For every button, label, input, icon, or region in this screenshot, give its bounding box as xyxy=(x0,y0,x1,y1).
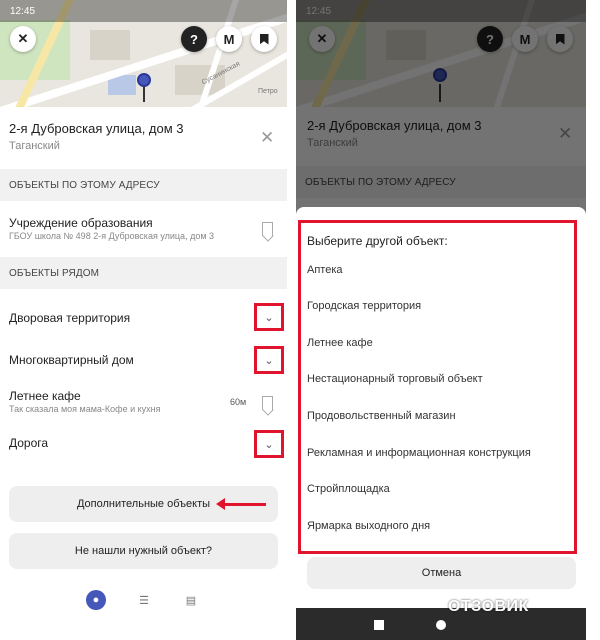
address-district: Таганский xyxy=(9,140,60,152)
map-poi-label: Петро xyxy=(258,88,278,95)
picker-option[interactable]: Летнее кафе xyxy=(307,337,373,349)
expand-chevron-down-icon[interactable]: ⌄ xyxy=(254,430,284,458)
distance-label: 60м xyxy=(230,397,247,407)
status-time: 12:45 xyxy=(10,6,36,17)
android-nav-bar xyxy=(296,608,586,640)
nearby-item-subtitle: Так сказала моя мама-Кофе и кухня xyxy=(9,404,161,414)
address-title: 2-я Дубровская улица, дом 3 xyxy=(9,121,184,136)
help-icon[interactable]: ? xyxy=(181,26,207,52)
nearby-item-title[interactable]: Многоквартирный дом xyxy=(9,353,134,367)
expand-chevron-down-icon[interactable]: ⌄ xyxy=(254,346,284,374)
cancel-label: Отмена xyxy=(421,567,462,579)
bookmark-icon[interactable] xyxy=(262,396,273,410)
document-tab-icon[interactable]: ▤ xyxy=(181,590,201,610)
watermark-logo: ОТЗОВИК xyxy=(448,598,529,615)
picker-option[interactable]: Продовольственный магазин xyxy=(307,410,456,422)
address-object-title[interactable]: Учреждение образования xyxy=(9,216,153,230)
not-found-label: Не нашли нужный объект? xyxy=(74,545,213,557)
red-arrow-annotation xyxy=(216,498,266,510)
not-found-button[interactable]: Не нашли нужный объект? xyxy=(9,533,278,569)
bookmark-icon xyxy=(259,33,269,45)
nav-home-icon[interactable] xyxy=(436,620,446,630)
cancel-button[interactable]: Отмена xyxy=(307,557,576,589)
picker-option[interactable]: Рекламная и информационная конструкция xyxy=(307,447,531,459)
expand-chevron-down-icon[interactable]: ⌄ xyxy=(254,303,284,331)
picker-option[interactable]: Стройплощадка xyxy=(307,483,390,495)
status-bar: 12:45 xyxy=(0,0,287,22)
nearby-item-title[interactable]: Дворовая территория xyxy=(9,311,130,325)
metro-icon[interactable]: M xyxy=(216,26,242,52)
nearby-item-title[interactable]: Летнее кафе xyxy=(9,389,81,403)
list-tab-icon[interactable]: ☰ xyxy=(134,590,154,610)
nav-recents-icon[interactable] xyxy=(374,620,384,630)
location-pin-icon xyxy=(137,73,151,87)
picker-title: Выберите другой объект: xyxy=(307,234,448,248)
section-header-nearby: ОБЪЕКТЫ РЯДОМ xyxy=(0,257,287,289)
picker-option[interactable]: Городская территория xyxy=(307,300,421,312)
close-map-button[interactable]: ✕ xyxy=(10,26,36,52)
right-screen: 12:45 ✕ ? M 2-я Дубровская улица, дом 3 … xyxy=(296,0,586,640)
picker-option[interactable]: Аптека xyxy=(307,264,343,276)
bottom-tab-bar: ● ☰ ▤ xyxy=(0,590,287,616)
more-objects-label: Дополнительные объекты xyxy=(76,498,211,510)
close-icon[interactable]: ✕ xyxy=(260,128,274,148)
map-pin-tab-icon[interactable]: ● xyxy=(86,590,106,610)
bookmarks-button[interactable] xyxy=(251,26,277,52)
address-object-subtitle: ГБОУ школа № 498 2-я Дубровская улица, д… xyxy=(9,231,215,241)
picker-option[interactable]: Ярмарка выходного дня xyxy=(307,520,430,532)
bookmark-icon[interactable] xyxy=(262,222,273,236)
nearby-item-title[interactable]: Дорога xyxy=(9,436,48,450)
section-header-address: ОБЪЕКТЫ ПО ЭТОМУ АДРЕСУ xyxy=(0,169,287,201)
left-screen: Сусанинская Петро 12:45 ✕ ? M 2-я Дубров… xyxy=(0,0,287,640)
picker-option[interactable]: Нестационарный торговый объект xyxy=(307,373,483,385)
